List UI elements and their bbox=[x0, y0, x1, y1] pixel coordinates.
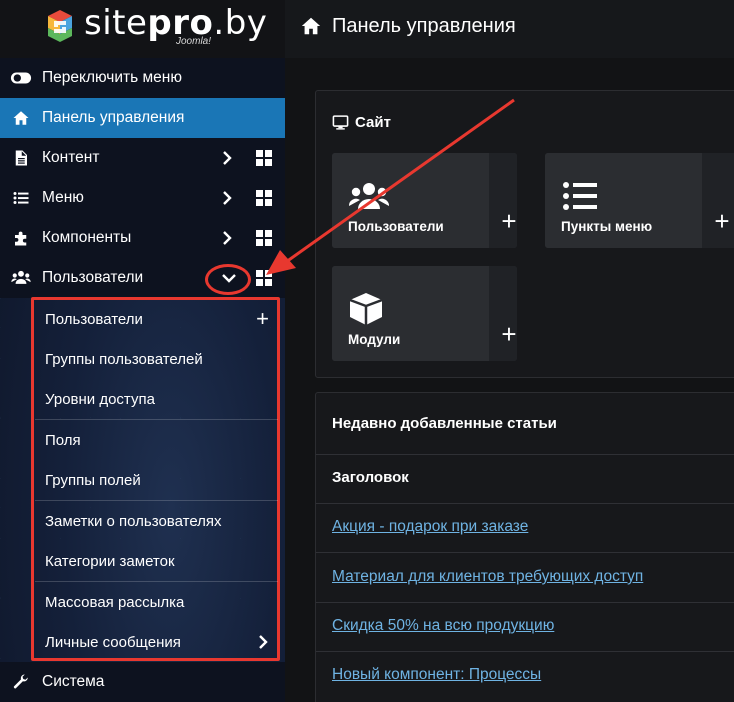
submenu-item-note-categories[interactable]: Категории заметок bbox=[45, 541, 275, 581]
tile-menu-items[interactable]: Пункты меню + bbox=[545, 153, 734, 248]
submenu-item-user-groups[interactable]: Группы пользователей bbox=[45, 339, 275, 379]
submenu-item-private-messages[interactable]: Личные сообщения bbox=[45, 622, 275, 662]
dashboard-grid-icon[interactable] bbox=[255, 149, 273, 167]
submenu-item-access-levels[interactable]: Уровни доступа bbox=[45, 379, 275, 419]
chevron-right-icon[interactable] bbox=[218, 149, 236, 167]
tile-modules[interactable]: Модули + bbox=[332, 266, 517, 361]
file-icon bbox=[0, 149, 42, 167]
sidebar-item-system[interactable]: Система bbox=[0, 662, 285, 702]
article-link[interactable]: Акция - подарок при заказе bbox=[332, 518, 528, 536]
divider bbox=[316, 503, 734, 504]
wrench-icon bbox=[0, 673, 42, 691]
recent-articles-title: Недавно добавленные статьи bbox=[332, 415, 557, 432]
tile-users[interactable]: Пользователи + bbox=[332, 153, 517, 248]
dashboard-grid-icon[interactable] bbox=[255, 189, 273, 207]
divider bbox=[316, 454, 734, 455]
article-link[interactable]: Материал для клиентов требующих доступ bbox=[332, 568, 643, 586]
home-icon bbox=[301, 17, 321, 35]
dashboard-grid-icon[interactable] bbox=[255, 269, 273, 287]
sidebar-item-content[interactable]: Контент bbox=[0, 138, 285, 178]
dashboard-grid-icon[interactable] bbox=[255, 229, 273, 247]
chevron-right-icon[interactable] bbox=[218, 189, 236, 207]
chevron-right-icon[interactable] bbox=[255, 633, 271, 651]
joomla-label: Joomla! bbox=[176, 36, 212, 47]
toggle-menu[interactable]: Переключить меню bbox=[0, 58, 285, 98]
sitepro-logo-icon bbox=[48, 10, 72, 42]
column-header-title: Заголовок bbox=[332, 469, 409, 486]
list-icon bbox=[563, 182, 597, 210]
puzzle-icon bbox=[0, 229, 42, 247]
add-menu-item-button[interactable]: + bbox=[702, 153, 734, 248]
users-icon bbox=[0, 268, 42, 288]
top-header: sitepro.by Joomla! Панель управления bbox=[0, 0, 734, 58]
add-module-button[interactable]: + bbox=[489, 266, 517, 361]
divider bbox=[316, 651, 734, 652]
recent-articles-card bbox=[315, 392, 734, 702]
list-icon bbox=[0, 189, 42, 207]
cube-icon bbox=[349, 293, 383, 325]
add-user-button[interactable]: + bbox=[489, 153, 517, 248]
submenu-item-users[interactable]: Пользователи + bbox=[45, 299, 275, 339]
page-title: Панель управления bbox=[300, 12, 516, 40]
submenu-item-fields[interactable]: Поля bbox=[45, 420, 275, 460]
article-link[interactable]: Скидка 50% на всю продукцию bbox=[332, 617, 554, 635]
site-card-title: Сайт bbox=[332, 114, 391, 131]
chevron-right-icon[interactable] bbox=[218, 229, 236, 247]
sidebar-item-components[interactable]: Компоненты bbox=[0, 218, 285, 258]
annotation-circle bbox=[205, 264, 251, 295]
submenu-item-field-groups[interactable]: Группы полей bbox=[45, 460, 275, 500]
home-icon bbox=[0, 109, 42, 127]
desktop-icon bbox=[332, 115, 349, 130]
users-icon bbox=[348, 183, 390, 209]
add-icon[interactable]: + bbox=[256, 308, 269, 330]
brand-area[interactable]: sitepro.by Joomla! bbox=[0, 0, 285, 58]
divider bbox=[316, 552, 734, 553]
sidebar-item-menus[interactable]: Меню bbox=[0, 178, 285, 218]
sidebar-item-dashboard[interactable]: Панель управления bbox=[0, 98, 285, 138]
submenu-item-user-notes[interactable]: Заметки о пользователях bbox=[45, 501, 275, 541]
divider bbox=[316, 602, 734, 603]
toggle-icon bbox=[0, 67, 42, 89]
submenu-item-mass-mail[interactable]: Массовая рассылка bbox=[45, 582, 275, 622]
article-link[interactable]: Новый компонент: Процессы bbox=[332, 666, 541, 684]
